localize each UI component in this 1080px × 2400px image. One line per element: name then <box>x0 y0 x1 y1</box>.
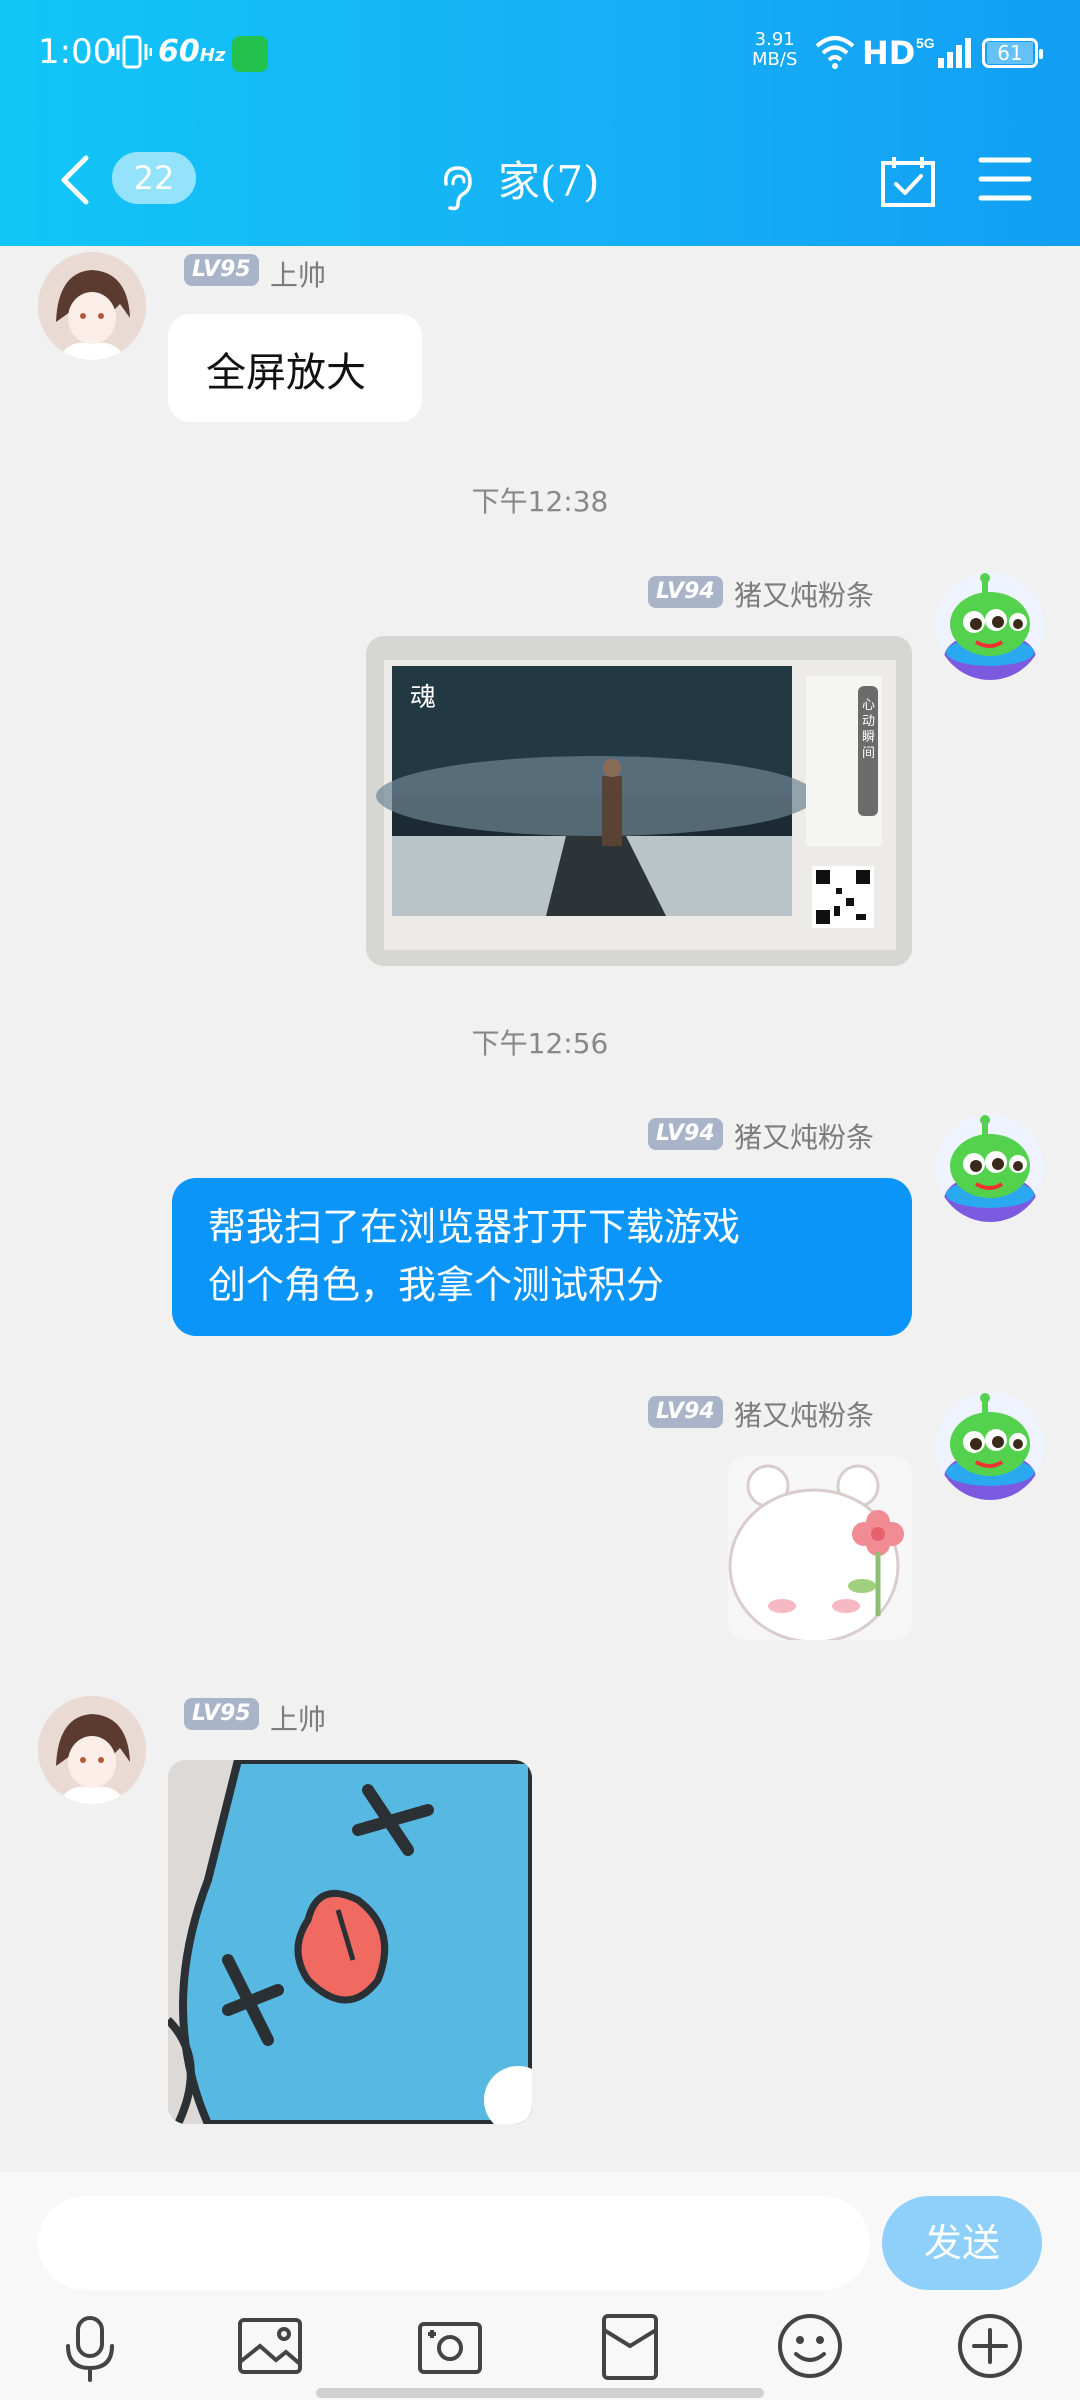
chat-header: 1:00 60Hz 3.91 MB/S HD 5G 61 22 家(7) <box>0 0 1080 246</box>
chat-title: 家(7) <box>498 157 600 206</box>
microphone-icon[interactable] <box>50 2306 130 2386</box>
bear-sticker[interactable] <box>728 1456 912 1640</box>
calendar-check-icon[interactable] <box>880 154 936 212</box>
refresh-unit: Hz <box>199 45 226 66</box>
clock: 1:00 <box>38 32 115 72</box>
avatar[interactable] <box>936 1392 1044 1500</box>
message-app-icon <box>232 36 268 72</box>
avatar[interactable] <box>936 572 1044 680</box>
message-list[interactable]: LV95 上帅 全屏放大 下午12:38 LV94 猪又炖粉条 魂 心动瞬间 下… <box>0 246 1080 2172</box>
refresh-rate: 60Hz <box>158 34 225 69</box>
back-icon[interactable] <box>54 152 98 208</box>
send-button[interactable]: 发送 <box>882 2196 1042 2290</box>
message-bubble[interactable]: 全屏放大 <box>168 314 422 422</box>
plus-icon[interactable] <box>950 2306 1030 2386</box>
sender-name: 猪又炖粉条 <box>734 579 875 612</box>
battery-level: 61 <box>987 42 1033 64</box>
game-promo-image[interactable]: 魂 心动瞬间 <box>366 636 912 966</box>
speed-value: 3.91 <box>754 29 795 50</box>
red-packet-icon[interactable] <box>590 2306 670 2386</box>
signal-icon: 5G <box>916 35 972 76</box>
level-badge: LV95 <box>184 254 259 286</box>
blue-creature-sticker[interactable] <box>168 1760 532 2124</box>
message-input[interactable] <box>38 2196 870 2290</box>
message-bubble[interactable]: 帮我扫了在浏览器打开下载游戏 创个角色，我拿个测试积分 <box>172 1178 912 1336</box>
sender-name: 猪又炖粉条 <box>734 1399 875 1432</box>
sender-name: 上帅 <box>270 1703 327 1736</box>
level-badge: LV94 <box>648 1118 723 1150</box>
timestamp: 下午12:56 <box>471 1027 609 1060</box>
sender-name: 猪又炖粉条 <box>734 1121 875 1154</box>
refresh-value: 60 <box>158 34 200 69</box>
network-speed: 3.91 MB/S <box>752 30 797 70</box>
level-badge: LV94 <box>648 576 723 608</box>
avatar[interactable] <box>936 1114 1044 1222</box>
message-line: 创个角色，我拿个测试积分 <box>208 1263 665 1307</box>
unread-badge[interactable]: 22 <box>112 152 196 204</box>
vibrate-icon <box>111 34 153 74</box>
promo-caption: 心动瞬间 <box>862 698 876 761</box>
timestamp: 下午12:38 <box>471 485 609 518</box>
level-badge: LV94 <box>648 1396 723 1428</box>
hd-indicator: HD <box>862 34 916 72</box>
nav-bar: 22 家(7) <box>0 130 1080 230</box>
status-bar: 1:00 60Hz 3.91 MB/S HD 5G 61 <box>0 0 1080 110</box>
battery-icon: 61 <box>982 38 1043 68</box>
home-indicator[interactable] <box>316 2388 764 2398</box>
image-icon[interactable] <box>230 2306 310 2386</box>
svg-text:5G: 5G <box>916 36 935 51</box>
avatar[interactable] <box>38 252 146 360</box>
composer: 发送 <box>0 2172 1080 2400</box>
level-badge: LV95 <box>184 1698 259 1730</box>
ear-icon[interactable] <box>436 162 476 216</box>
speed-unit: MB/S <box>752 49 798 70</box>
sender-name: 上帅 <box>270 259 327 292</box>
emoji-icon[interactable] <box>770 2306 850 2386</box>
camera-icon[interactable] <box>410 2306 490 2386</box>
menu-icon[interactable] <box>978 154 1032 208</box>
avatar[interactable] <box>38 1696 146 1804</box>
wifi-icon <box>814 34 856 74</box>
svg-text:魂: 魂 <box>410 683 436 713</box>
message-line: 帮我扫了在浏览器打开下载游戏 <box>208 1205 741 1249</box>
